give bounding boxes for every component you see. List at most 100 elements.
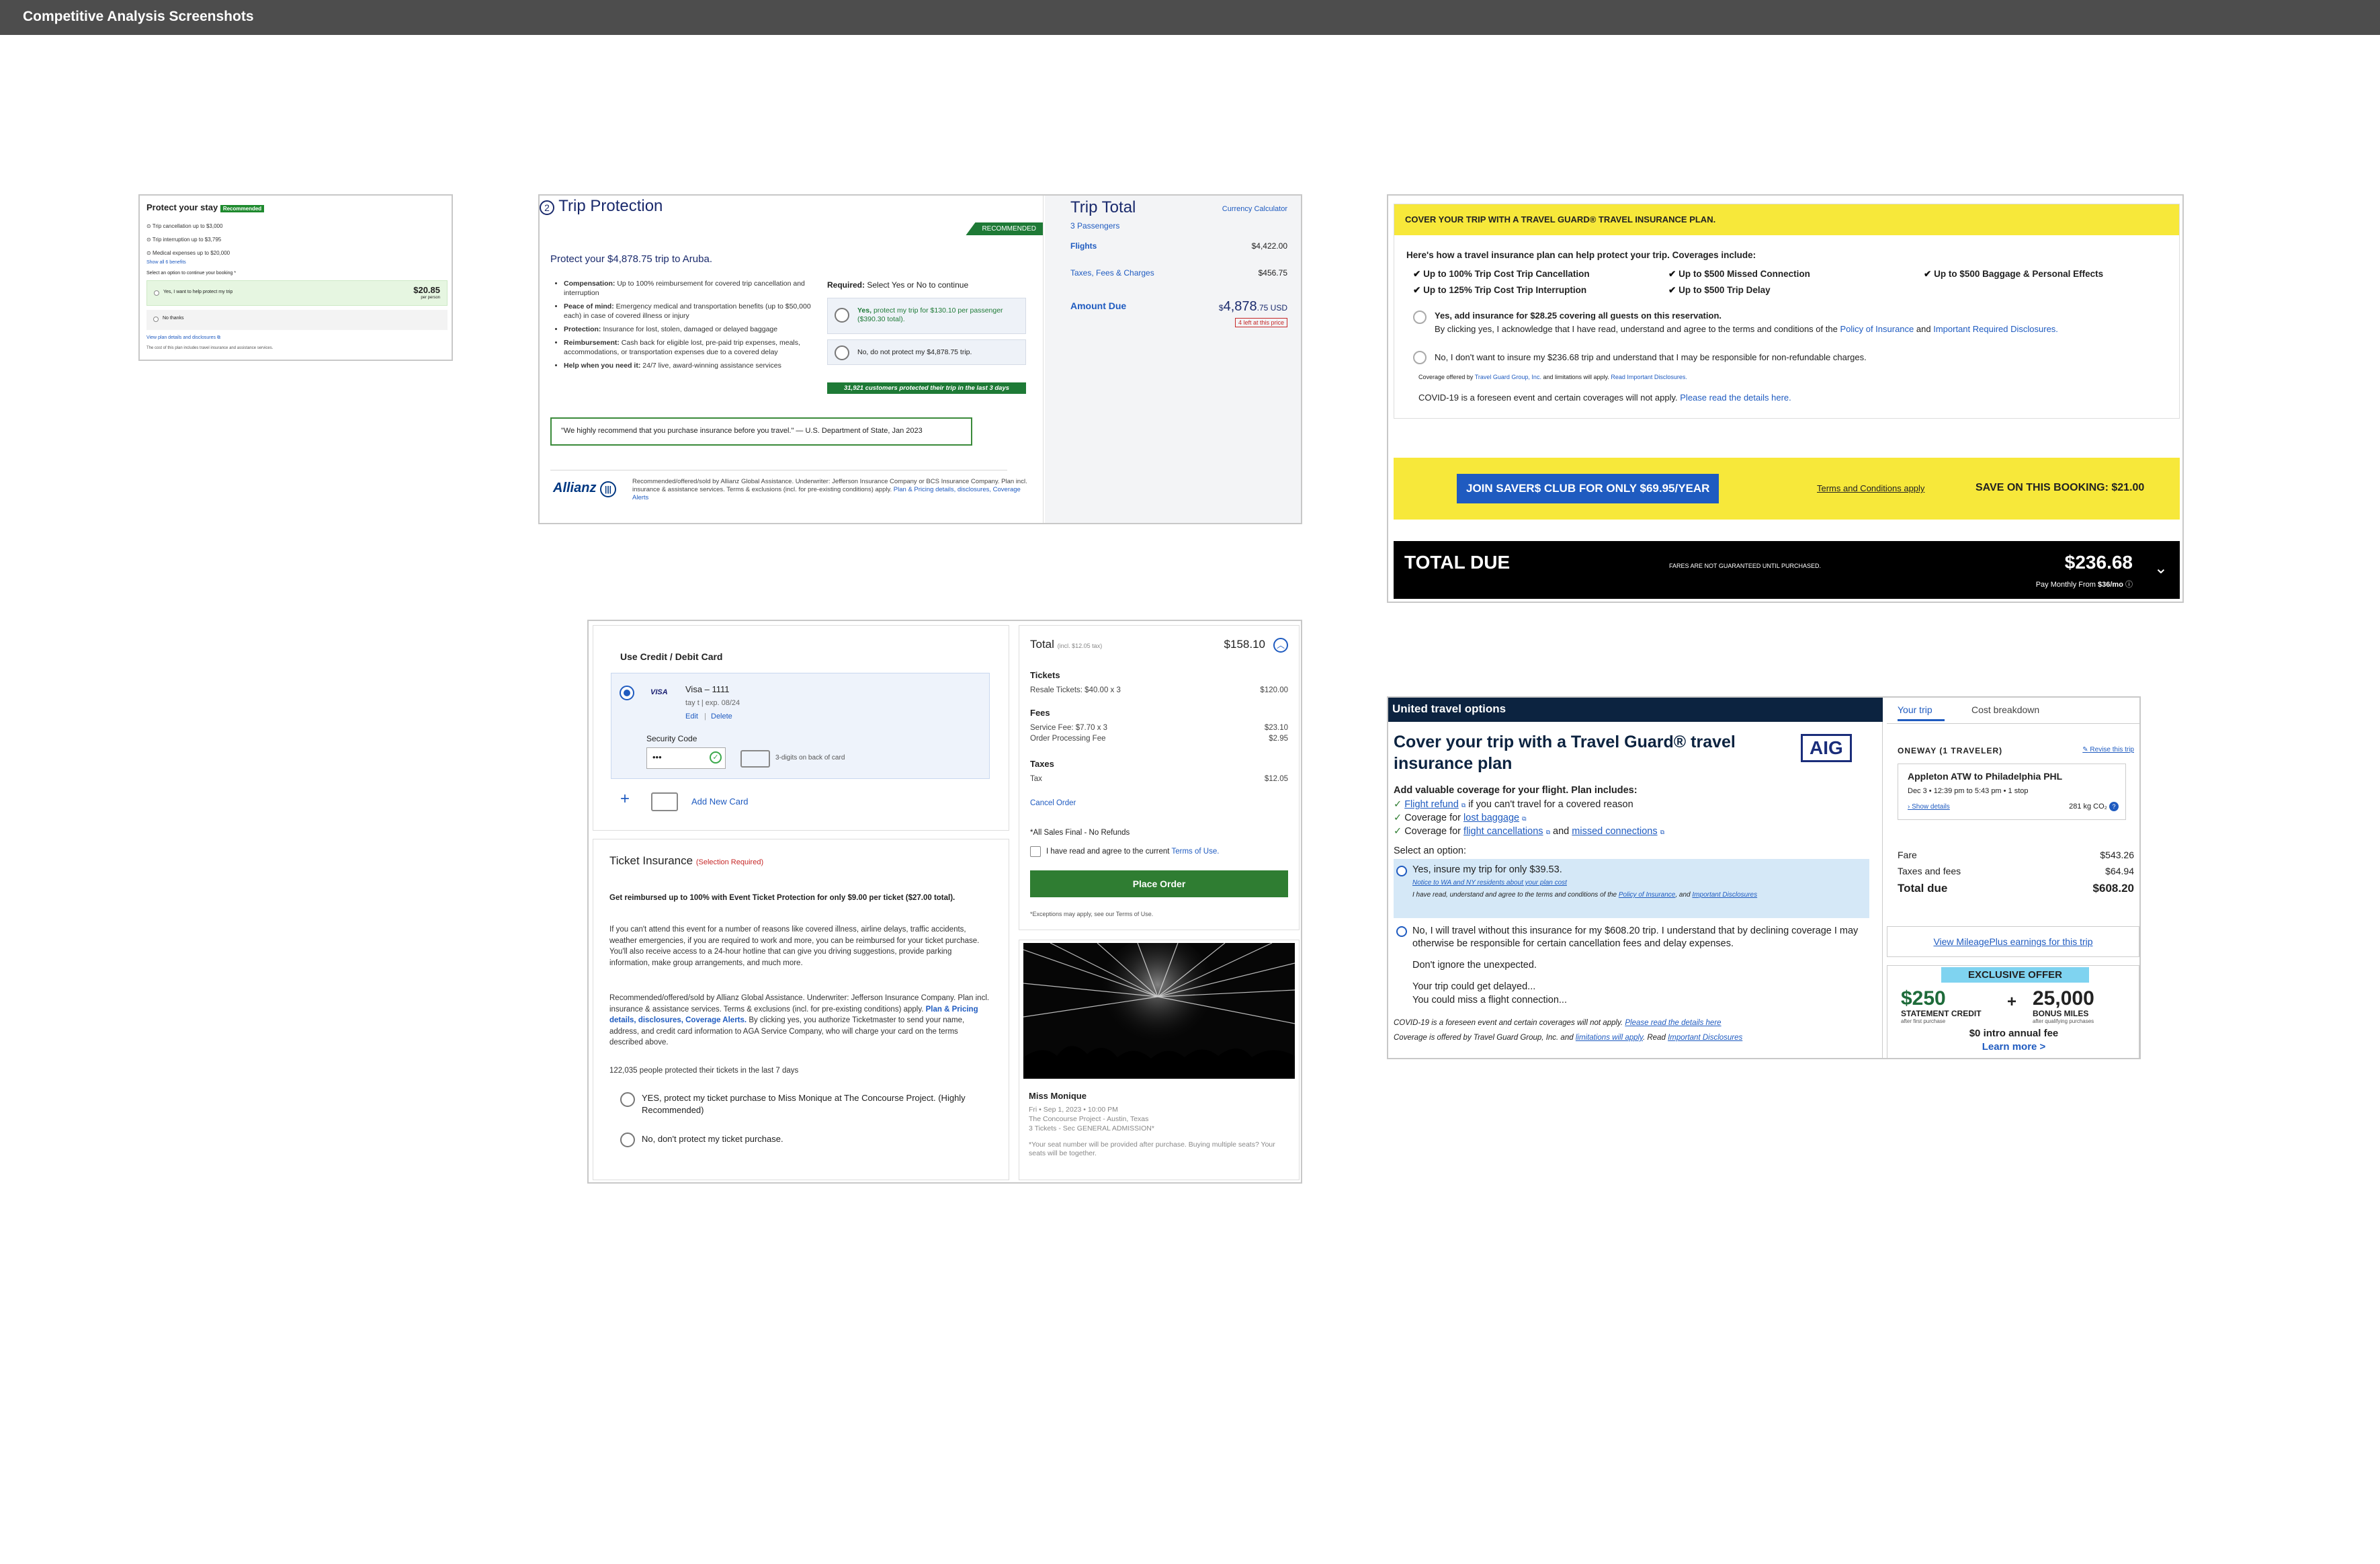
delete-card-link[interactable]: Delete bbox=[711, 712, 732, 721]
resale-value: $120.00 bbox=[1260, 686, 1288, 694]
tab-cost-breakdown[interactable]: Cost breakdown bbox=[1971, 704, 2039, 715]
flight-cancellations-link[interactable]: flight cancellations bbox=[1463, 826, 1543, 837]
covid-details-link[interactable]: Please read the details here. bbox=[1680, 393, 1791, 403]
check-icon: ⊙ bbox=[146, 223, 151, 229]
no-option-label[interactable]: No, don't protect my ticket purchase. bbox=[642, 1134, 783, 1144]
saved-card[interactable]: VISA Visa – 1111 tay t | exp. 08/24 Edit… bbox=[611, 673, 990, 779]
total-due-value: $236.68 bbox=[2064, 552, 2133, 573]
important-disclosures-link[interactable]: Important Disclosures bbox=[1668, 1034, 1742, 1042]
insurance-headline: Get reimbursed up to 100% with Event Tic… bbox=[609, 894, 955, 902]
tab-your-trip[interactable]: Your trip bbox=[1898, 704, 1945, 721]
payment-title: Use Credit / Debit Card bbox=[620, 651, 723, 662]
terms-of-use-link[interactable]: Terms of Use. bbox=[1171, 848, 1219, 856]
card-radio[interactable] bbox=[620, 686, 634, 700]
info-icon[interactable]: ? bbox=[2109, 802, 2119, 811]
yes-radio[interactable] bbox=[620, 1092, 635, 1107]
add-new-card-link[interactable]: Add New Card bbox=[691, 796, 749, 807]
benefit-item: Compensation: Up to 100% reimbursement f… bbox=[564, 279, 812, 298]
terms-link[interactable]: Terms and Conditions apply bbox=[1817, 483, 1924, 493]
insurance-panel: United travel options Cover your trip wi… bbox=[1388, 698, 1883, 1058]
bonus-miles-label: BONUS MILES bbox=[2033, 1009, 2089, 1018]
fare-value: $543.26 bbox=[2100, 850, 2134, 860]
radio[interactable] bbox=[154, 290, 159, 296]
read-disclosures-link[interactable]: Read Important Disclosures. bbox=[1611, 374, 1687, 380]
currency-calculator-link[interactable]: Currency Calculator bbox=[1222, 205, 1287, 213]
covid-details-link[interactable]: Please read the details here bbox=[1625, 1019, 1721, 1027]
yes-option[interactable]: Yes, protect my trip for $130.10 per pas… bbox=[827, 298, 1026, 334]
policy-link[interactable]: Policy of Insurance bbox=[1840, 324, 1914, 334]
yes-option-label[interactable]: YES, protect my ticket purchase to Miss … bbox=[642, 1092, 991, 1116]
plan-details-link[interactable]: View plan details and disclosures ⧉ bbox=[146, 335, 220, 341]
taxes-label: Taxes, Fees & Charges bbox=[1070, 268, 1154, 278]
join-savers-club-button[interactable]: JOIN SAVER$ CLUB FOR ONLY $69.95/YEAR bbox=[1457, 474, 1719, 503]
policy-link[interactable]: Policy of Insurance bbox=[1619, 891, 1676, 899]
statement-credit-amount: $250 bbox=[1901, 987, 1946, 1010]
place-order-button[interactable]: Place Order bbox=[1030, 870, 1288, 897]
legal-text: Recommended/offered/sold by Allianz Glob… bbox=[632, 478, 1027, 501]
edit-icon: ✎ bbox=[2082, 746, 2088, 753]
lost-baggage-link[interactable]: lost baggage bbox=[1463, 813, 1519, 823]
service-fee-line: Service Fee: $7.70 x 3 bbox=[1030, 724, 1108, 732]
show-all-link[interactable]: Show all 6 benefits bbox=[146, 260, 186, 265]
aig-logo: AIG bbox=[1801, 734, 1852, 762]
card-offer: EXCLUSIVE OFFER $250 STATEMENT CREDIT af… bbox=[1887, 965, 2139, 1058]
info-icon[interactable]: ⓘ bbox=[2125, 581, 2133, 589]
edit-card-link[interactable]: Edit bbox=[685, 712, 698, 721]
no-radio[interactable] bbox=[1413, 351, 1427, 364]
screenshot-trip-protection: 2 Trip Protection RECOMMENDED Protect yo… bbox=[538, 194, 1302, 524]
no-radio[interactable] bbox=[620, 1133, 635, 1147]
no-option[interactable]: No, do not protect my $4,878.75 trip. bbox=[827, 339, 1026, 365]
yes-option-label[interactable]: Yes, add insurance for $28.25 covering a… bbox=[1435, 311, 1722, 321]
allianz-logo: Allianz ||| bbox=[553, 481, 617, 497]
tax-line: Tax bbox=[1030, 775, 1042, 783]
passengers: 3 Passengers bbox=[1070, 221, 1120, 231]
radio[interactable] bbox=[835, 308, 849, 323]
route: Appleton ATW to Philadelphia PHL bbox=[1908, 771, 2063, 782]
protected-count: 122,035 people protected their tickets i… bbox=[609, 1067, 799, 1075]
plan-item: ✓ Flight refund ⧉ if you can't travel fo… bbox=[1394, 799, 1633, 810]
missed-connections-link[interactable]: missed connections bbox=[1572, 826, 1657, 837]
no-radio[interactable] bbox=[1396, 926, 1407, 937]
taxes-label: Taxes and fees bbox=[1898, 866, 1961, 876]
limitations-link[interactable]: limitations will apply bbox=[1576, 1034, 1643, 1042]
no-option-label[interactable]: No, I will travel without this insurance… bbox=[1412, 925, 1869, 950]
disclosures-link[interactable]: Important Disclosures bbox=[1692, 891, 1757, 899]
event-seats: 3 Tickets - Sec GENERAL ADMISSION* bbox=[1029, 1124, 1154, 1133]
agree-checkbox[interactable] bbox=[1030, 846, 1041, 857]
revise-trip-link[interactable]: ✎ Revise this trip bbox=[2082, 746, 2134, 753]
chevron-up-icon[interactable]: ︿ bbox=[1273, 638, 1288, 653]
yes-radio[interactable] bbox=[1413, 311, 1427, 324]
total-due-label: Total due bbox=[1898, 882, 1948, 895]
card-holder: tay t | exp. 08/24 bbox=[685, 699, 740, 707]
insurance-title: Cover your trip with a Travel Guard® tra… bbox=[1394, 733, 1736, 773]
no-option-label[interactable]: No, I don't want to insure my $236.68 tr… bbox=[1435, 352, 1867, 362]
resale-line: Resale Tickets: $40.00 x 3 bbox=[1030, 686, 1121, 694]
notice-link[interactable]: Notice to WA and NY residents about your… bbox=[1412, 879, 1567, 887]
disclosures-link[interactable]: Important Required Disclosures. bbox=[1933, 324, 2058, 334]
insurance-legal: Recommended/offered/sold by Allianz Glob… bbox=[609, 994, 990, 1046]
cancel-order-link[interactable]: Cancel Order bbox=[1030, 799, 1076, 807]
benefit-item: Peace of mind: Emergency medical and tra… bbox=[564, 302, 812, 321]
plus-icon[interactable]: + bbox=[620, 790, 630, 809]
show-details-link[interactable]: › Show details bbox=[1908, 803, 1950, 811]
external-link-icon: ⧉ bbox=[1522, 815, 1527, 822]
plan-item: ✓ Coverage for flight cancellations ⧉ an… bbox=[1394, 826, 1665, 837]
flight-card: Appleton ATW to Philadelphia PHL Dec 3 •… bbox=[1898, 764, 2126, 820]
trip-total-title: Trip Total bbox=[1070, 198, 1136, 216]
radio[interactable] bbox=[153, 317, 159, 322]
yes-option[interactable]: Yes, insure my trip for only $39.53. Not… bbox=[1394, 859, 1869, 918]
radio[interactable] bbox=[835, 345, 849, 360]
plan-includes: Add valuable coverage for your flight. P… bbox=[1394, 785, 1638, 796]
coverage-item: ✔ Up to 100% Trip Cost Trip Cancellation bbox=[1413, 269, 1590, 279]
mileage-earnings-link[interactable]: View MileagePlus earnings for this trip bbox=[1933, 936, 2092, 947]
chevron-down-icon[interactable]: ⌄ bbox=[2154, 559, 2168, 578]
yes-radio[interactable] bbox=[1396, 866, 1407, 876]
flight-refund-link[interactable]: Flight refund bbox=[1404, 799, 1459, 810]
flight-times: Dec 3 • 12:39 pm to 5:43 pm • 1 stop bbox=[1908, 787, 2029, 795]
total-due-label: TOTAL DUE bbox=[1404, 552, 1511, 573]
total-due-value: $608.20 bbox=[2092, 882, 2134, 895]
learn-more-link[interactable]: Learn more > bbox=[1887, 1041, 2139, 1053]
no-option[interactable]: No thanks bbox=[146, 310, 448, 330]
yes-option-terms: By clicking yes, I acknowledge that I ha… bbox=[1435, 324, 2058, 334]
yes-option[interactable]: Yes, I want to help protect my trip $20.… bbox=[146, 280, 448, 306]
